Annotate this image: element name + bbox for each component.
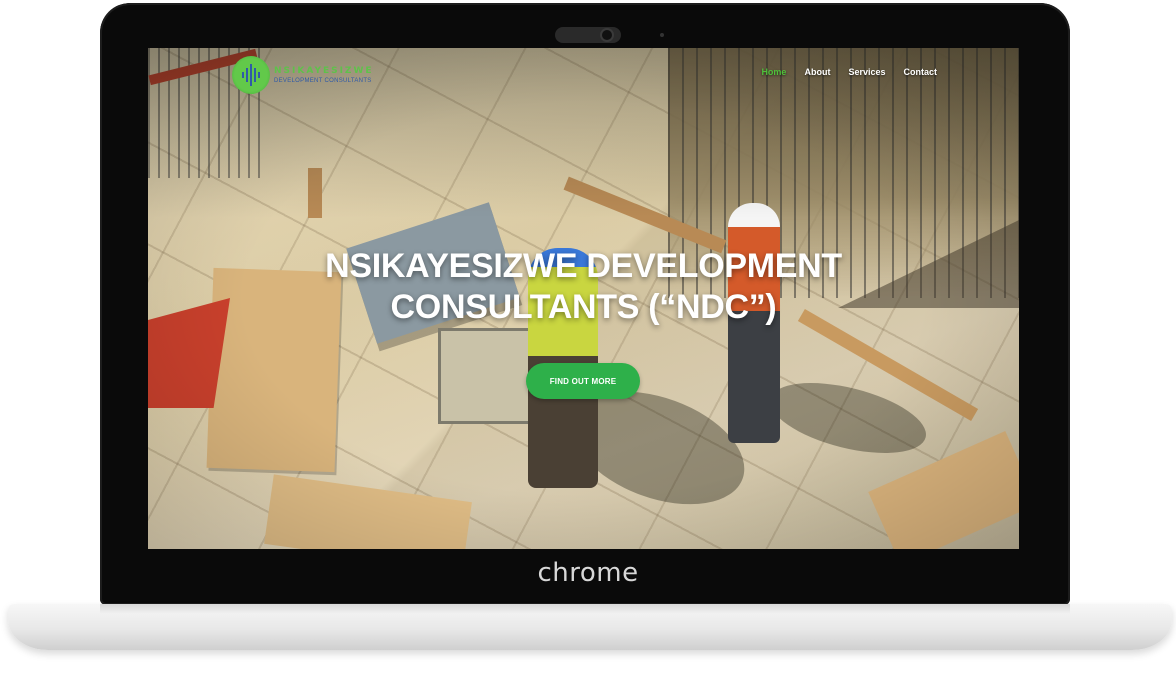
hero-title-line-2: CONSULTANTS (“NDC”) xyxy=(390,288,777,326)
laptop-hinge xyxy=(100,604,1070,614)
laptop-screen: NSIKAYESIZWE DEVELOPMENT CONSULTANTS Hom… xyxy=(148,48,1019,549)
webcam-icon xyxy=(602,30,612,40)
nav-item-services[interactable]: Services xyxy=(848,67,885,77)
site-logo[interactable]: NSIKAYESIZWE DEVELOPMENT CONSULTANTS xyxy=(232,56,374,94)
hero-title-line-1: NSIKAYESIZWE DEVELOPMENT xyxy=(325,247,842,285)
logo-subtitle: DEVELOPMENT CONSULTANTS xyxy=(274,77,372,84)
main-nav: Home About Services Contact xyxy=(761,67,937,77)
find-out-more-button[interactable]: FIND OUT MORE xyxy=(526,363,640,399)
hero-title: NSIKAYESIZWE DEVELOPMENT CONSULTANTS (“N… xyxy=(148,246,1019,328)
camera-indicator-light xyxy=(660,33,664,37)
logo-mark-icon xyxy=(232,56,270,94)
logo-name: NSIKAYESIZWE xyxy=(274,65,374,76)
nav-item-about[interactable]: About xyxy=(804,67,830,77)
nav-item-contact[interactable]: Contact xyxy=(904,67,938,77)
chrome-wordmark: chrome xyxy=(537,558,639,588)
nav-item-home[interactable]: Home xyxy=(761,67,786,77)
